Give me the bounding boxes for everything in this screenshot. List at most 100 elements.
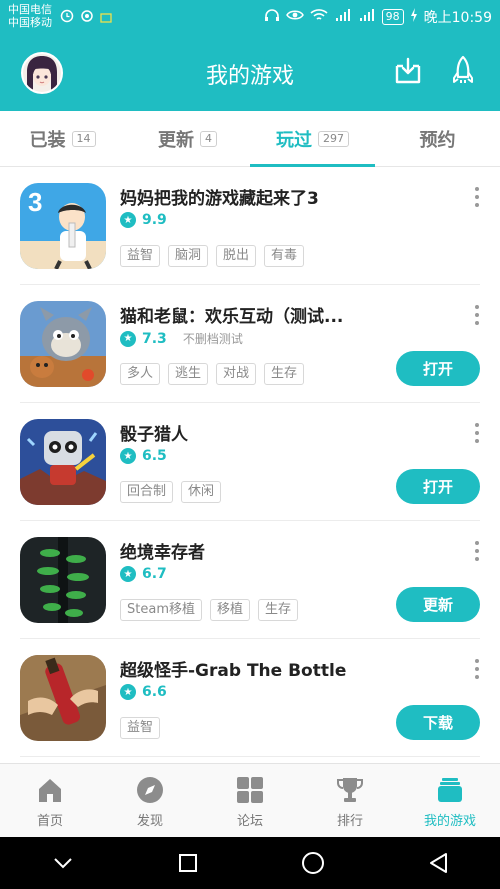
tag[interactable]: Steam移植	[120, 599, 202, 621]
list-item[interactable]: 超级怪手-Grab The Bottle ★ 6.6 益智 下载	[0, 639, 500, 757]
star-icon: ★	[120, 330, 136, 347]
tag[interactable]: 逃生	[168, 363, 209, 385]
tab-played[interactable]: 玩过 297	[250, 111, 375, 167]
tag[interactable]: 生存	[264, 363, 305, 385]
more-options-button[interactable]	[474, 423, 480, 443]
nav-home[interactable]: 首页	[0, 764, 100, 837]
game-artwork: 3	[20, 183, 106, 269]
more-options-button[interactable]	[474, 305, 480, 325]
game-rating: ★ 9.9	[120, 212, 167, 228]
tag[interactable]: 有毒	[264, 245, 305, 267]
download-manager-button[interactable]	[390, 52, 426, 90]
home-system-button[interactable]	[293, 843, 333, 883]
alarm-icon	[60, 8, 74, 27]
game-title: 猫和老鼠：欢乐互动（测试...	[120, 307, 344, 327]
game-title: 骰子猎人	[120, 425, 188, 445]
nav-my-games[interactable]: 我的游戏	[400, 764, 500, 837]
tag-list: Steam移植 移植 生存	[120, 599, 299, 621]
charging-icon	[410, 8, 418, 26]
tab-count: 4	[200, 130, 217, 147]
game-list: 3 妈妈把我的游戏藏起来了3 ★ 9.9 益智 脑洞 脱出 有毒 猫和老鼠：欢乐…	[0, 167, 500, 763]
list-item[interactable]: 猫和老鼠：欢乐互动（测试... ★ 7.3 不删档测试 多人 逃生 对战 生存 …	[0, 285, 500, 403]
game-icon-grab-the-bottle[interactable]	[20, 655, 106, 741]
back-button[interactable]	[418, 843, 458, 883]
triangle-back-icon	[429, 853, 447, 873]
rating-score: 6.7	[142, 566, 167, 582]
list-item[interactable]: 骰子猎人 ★ 6.5 回合制 休闲 打开	[0, 403, 500, 521]
tag[interactable]: 多人	[120, 363, 161, 385]
tag[interactable]: 移植	[209, 599, 250, 621]
carrier-info: 中国电信 中国移动	[8, 3, 52, 29]
tag[interactable]: 脑洞	[168, 245, 209, 267]
nav-label: 首页	[36, 814, 63, 829]
rocket-icon	[453, 55, 473, 83]
wifi-icon	[310, 8, 328, 26]
tag[interactable]: 益智	[120, 717, 161, 739]
game-title: 妈妈把我的游戏藏起来了3	[120, 189, 319, 209]
game-artwork	[20, 655, 106, 741]
test-note: 不删档测试	[182, 332, 243, 346]
tag[interactable]: 益智	[120, 245, 161, 267]
nav-label: 发现	[136, 814, 163, 829]
tag[interactable]: 脱出	[216, 245, 257, 267]
nav-ranking[interactable]: 排行	[300, 764, 400, 837]
home-icon	[39, 779, 61, 802]
game-icon-tom-and-jerry[interactable]	[20, 301, 106, 387]
game-rating: ★ 6.7	[120, 566, 167, 582]
more-options-button[interactable]	[474, 541, 480, 561]
nav-forum[interactable]: 论坛	[200, 764, 300, 837]
game-artwork	[20, 301, 106, 387]
tab-reserved[interactable]: 预约	[375, 111, 500, 166]
eye-icon	[285, 9, 304, 25]
star-icon: ★	[120, 448, 136, 464]
status-bar: 中国电信 中国移动 98 晚上10:59	[0, 0, 500, 34]
nav-label: 论坛	[236, 814, 263, 829]
signal-1-icon	[334, 8, 352, 26]
tab-count: 14	[71, 130, 96, 147]
tag-list: 多人 逃生 对战 生存	[120, 363, 305, 385]
tab-installed[interactable]: 已装 14	[0, 111, 125, 166]
tab-label: 已装	[29, 129, 66, 151]
star-icon: ★	[120, 566, 136, 582]
sync-icon	[80, 8, 94, 27]
tag[interactable]: 休闲	[181, 481, 222, 503]
carrier-2: 中国移动	[8, 16, 52, 29]
header: 我的游戏	[0, 34, 500, 111]
tab-label: 玩过	[276, 129, 312, 151]
tag[interactable]: 生存	[258, 599, 299, 621]
signal-2-icon	[358, 8, 376, 26]
open-button[interactable]: 打开	[396, 469, 480, 504]
game-rating: ★ 6.5	[120, 448, 167, 464]
status-right: 98 晚上10:59	[264, 7, 492, 27]
tag-list: 益智 脑洞 脱出 有毒	[120, 245, 305, 267]
nav-label: 排行	[336, 814, 363, 829]
game-icon-dice-hunter[interactable]	[20, 419, 106, 505]
top-bar: 中国电信 中国移动 98 晚上10:59 我的游戏	[0, 0, 500, 111]
square-icon	[178, 854, 197, 872]
rocket-button[interactable]	[445, 52, 481, 90]
game-icon-survivor[interactable]	[20, 537, 106, 623]
tag[interactable]: 对战	[216, 363, 257, 385]
open-button[interactable]: 打开	[396, 351, 480, 386]
battery-indicator: 98	[381, 9, 404, 25]
game-artwork	[20, 419, 106, 505]
more-options-button[interactable]	[474, 659, 480, 679]
hide-nav-button[interactable]	[43, 843, 83, 883]
game-icon-mom-hid-game[interactable]: 3	[20, 183, 106, 269]
nav-discover[interactable]: 发现	[100, 764, 200, 837]
tag-list: 益智	[120, 717, 161, 739]
notification-icon	[100, 8, 112, 27]
game-rating: ★ 7.3 不删档测试	[120, 330, 243, 347]
list-item[interactable]: 绝境幸存者 ★ 6.7 Steam移植 移植 生存 更新	[0, 521, 500, 639]
tab-label: 预约	[419, 129, 456, 151]
divider	[20, 756, 480, 757]
system-nav-bar	[0, 837, 500, 889]
chevron-down-icon	[53, 858, 72, 869]
update-button[interactable]: 更新	[396, 587, 480, 622]
tag[interactable]: 回合制	[120, 481, 174, 503]
recents-button[interactable]	[168, 843, 208, 883]
download-button[interactable]: 下载	[396, 705, 480, 740]
list-item[interactable]: 3 妈妈把我的游戏藏起来了3 ★ 9.9 益智 脑洞 脱出 有毒	[0, 167, 500, 285]
more-options-button[interactable]	[474, 187, 480, 207]
tab-updates[interactable]: 更新 4	[125, 111, 250, 166]
